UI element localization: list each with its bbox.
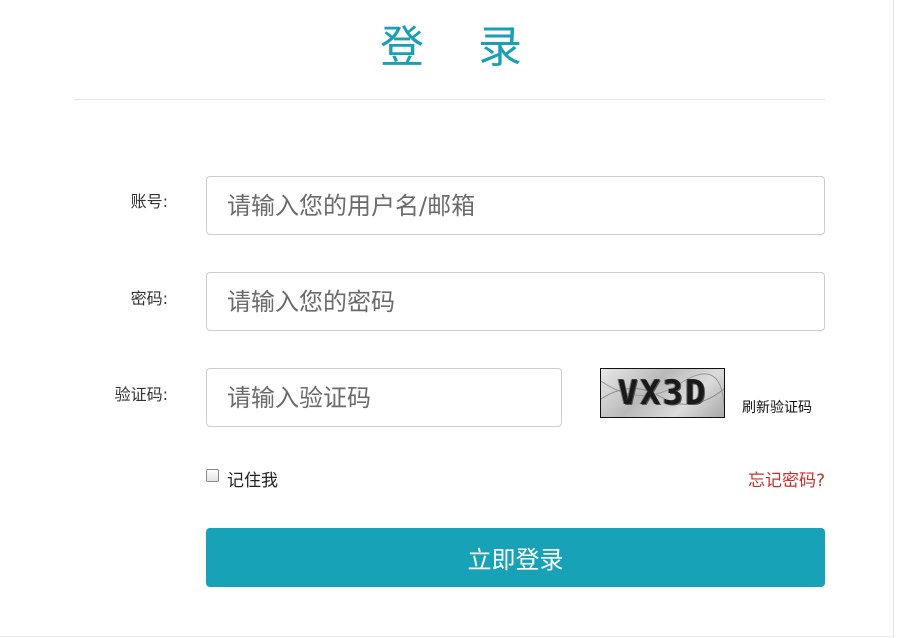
bottom-border: [0, 636, 893, 637]
captcha-input[interactable]: [206, 368, 562, 427]
captcha-text: VX3D: [617, 373, 708, 413]
account-input[interactable]: [206, 176, 825, 235]
title-divider: [74, 99, 825, 100]
remember-checkbox[interactable]: [206, 469, 219, 482]
account-label: 账号:: [130, 192, 168, 211]
page-title: 登 录: [380, 22, 542, 73]
right-border: [893, 0, 894, 638]
login-button[interactable]: 立即登录: [206, 528, 825, 587]
forgot-password-link[interactable]: 忘记密码?: [748, 466, 825, 491]
captcha-label: 验证码:: [114, 385, 168, 404]
password-input[interactable]: [206, 272, 825, 331]
captcha-image[interactable]: VX3D: [600, 368, 725, 418]
refresh-captcha-link[interactable]: 刷新验证码: [742, 397, 812, 417]
login-page: 登 录 账号: 密码: 验证码: VX3D 刷新验证码 记住我 忘记密码? 立即…: [0, 0, 902, 638]
password-label: 密码:: [130, 289, 168, 308]
remember-label[interactable]: 记住我: [227, 466, 278, 491]
